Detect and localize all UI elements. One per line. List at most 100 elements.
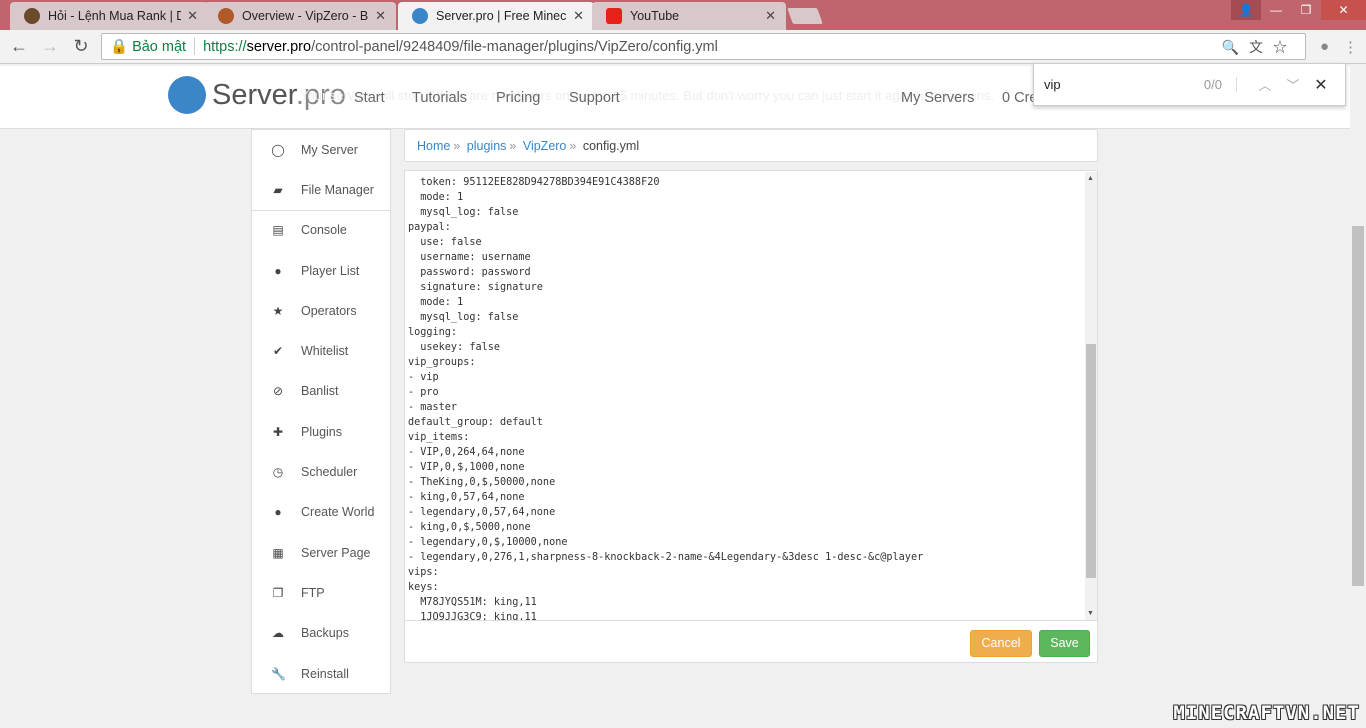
sidebar-item-reinstall[interactable]: 🔧 Reinstall (252, 654, 390, 694)
sidebar-item-player-list[interactable]: ● Player List (252, 251, 390, 291)
sidebar-item-banlist[interactable]: ⊘ Banlist (252, 372, 390, 412)
nav-support[interactable]: Support (569, 90, 620, 106)
close-tab-icon[interactable]: ✕ (187, 8, 198, 24)
tab-youtube[interactable]: YouTube ✕ (592, 2, 786, 30)
sidebar-item-server-page[interactable]: ▦ Server Page (252, 533, 390, 573)
sidebar-item-label: Server Page (301, 545, 371, 560)
tab-vipzero[interactable]: Overview - VipZero - Buk ✕ (204, 2, 396, 30)
sidebar-item-label: Backups (301, 626, 349, 641)
close-window-button[interactable]: ✕ (1321, 0, 1366, 20)
user-icon: ● (274, 263, 282, 278)
maximize-button[interactable]: ❐ (1291, 0, 1321, 20)
save-button[interactable]: Save (1039, 630, 1090, 657)
grid-icon: ▦ (272, 545, 284, 560)
tab-strip: Hỏi - Lệnh Mua Rank | Di ✕ Overview - Vip… (0, 0, 1366, 30)
find-close-icon[interactable]: ✕ (1307, 75, 1335, 95)
breadcrumb-current: config.yml (582, 139, 640, 153)
sidebar-item-label: Plugins (301, 424, 342, 439)
clock-icon: ◷ (272, 465, 284, 480)
sidebar-item-label: Player List (301, 263, 360, 278)
star-icon: ★ (272, 303, 284, 318)
sidebar-item-plugins[interactable]: ✚ Plugins (252, 412, 390, 452)
sidebar-item-scheduler[interactable]: ◷ Scheduler (252, 452, 390, 492)
sidebar-item-label: Reinstall (301, 666, 349, 681)
nav-pricing[interactable]: Pricing (496, 90, 540, 106)
tab-title: Hỏi - Lệnh Mua Rank | Di (48, 9, 182, 23)
plus-icon: ✚ (272, 424, 284, 439)
sidebar-item-label: Console (301, 223, 347, 238)
reload-icon[interactable]: ↻ (70, 36, 92, 57)
nav-my-servers[interactable]: My Servers (901, 90, 974, 106)
find-input[interactable]: vip (1044, 77, 1204, 92)
sidebar-item-console[interactable]: ▤ Console (252, 211, 390, 251)
close-tab-icon[interactable]: ✕ (573, 8, 584, 24)
new-tab-button[interactable] (787, 8, 823, 24)
breadcrumb: Home» plugins» VipZero» config.yml (404, 129, 1098, 162)
cancel-button[interactable]: Cancel (970, 630, 1032, 657)
tab-title: Server.pro | Free Minecra (436, 9, 568, 23)
youtube-icon (606, 8, 622, 24)
sidebar-item-label: Scheduler (301, 465, 358, 480)
favicon-icon (24, 8, 40, 24)
translate-icon[interactable]: 文 (1249, 39, 1273, 55)
favicon-icon (218, 8, 234, 24)
address-bar[interactable]: 🔒 Bảo mật https://server.pro/control-pan… (101, 33, 1306, 60)
find-count: 0/0 (1204, 77, 1237, 92)
sidebar-item-label: File Manager (301, 182, 374, 197)
secure-label: Bảo mật (132, 38, 187, 55)
check-icon: ✔ (272, 344, 284, 359)
sidebar: ◯ My Server ▰ File Manager ▤ Console ● Playe… (251, 129, 391, 694)
zoom-icon[interactable]: 🔍 (1222, 39, 1249, 55)
editor-scrollbar[interactable]: ▲ ▼ (1085, 172, 1097, 620)
nav-start[interactable]: Start (354, 90, 385, 106)
favicon-icon (412, 8, 428, 24)
tab-forum[interactable]: Hỏi - Lệnh Mua Rank | Di ✕ (10, 2, 208, 30)
tab-title: YouTube (630, 9, 680, 23)
breadcrumb-home[interactable]: Home (417, 139, 450, 153)
breadcrumb-plugins[interactable]: plugins (467, 139, 507, 153)
page-scrollbar[interactable] (1350, 66, 1366, 728)
sidebar-item-my-server[interactable]: ◯ My Server (252, 130, 390, 170)
lock-icon: 🔒 (110, 39, 129, 55)
profile-icon[interactable]: 👤 (1231, 0, 1261, 20)
forward-icon[interactable]: → (39, 36, 61, 57)
globe-icon: ● (274, 505, 282, 520)
breadcrumb-vipzero[interactable]: VipZero (523, 139, 567, 153)
sidebar-item-file-manager[interactable]: ▰ File Manager (252, 170, 390, 211)
power-icon: ◯ (271, 142, 285, 157)
sidebar-item-whitelist[interactable]: ✔ Whitelist (252, 331, 390, 371)
minimize-button[interactable]: — (1261, 0, 1291, 20)
sidebar-item-label: Create World (301, 505, 375, 520)
files-icon: ❐ (272, 585, 284, 600)
close-tab-icon[interactable]: ✕ (765, 8, 776, 24)
sidebar-item-label: Whitelist (301, 344, 349, 359)
file-editor: token: 95112EE828D94278BD394E91C4388F20 … (404, 170, 1098, 663)
code-textarea[interactable]: token: 95112EE828D94278BD394E91C4388F20 … (406, 172, 1084, 620)
console-icon: ▤ (272, 223, 284, 238)
cloud-upload-icon: ☁ (272, 626, 284, 641)
browser-toolbar: ← → ↻ 🔒 Bảo mật https://server.pro/contr… (0, 30, 1366, 64)
find-next-icon[interactable]: ﹀ (1279, 75, 1307, 94)
back-icon[interactable]: ← (8, 36, 30, 57)
sidebar-item-backups[interactable]: ☁ Backups (252, 614, 390, 654)
tab-serverpro[interactable]: Server.pro | Free Minecra ✕ (398, 2, 594, 30)
sidebar-item-ftp[interactable]: ❐ FTP (252, 573, 390, 613)
close-tab-icon[interactable]: ✕ (375, 8, 386, 24)
sidebar-item-operators[interactable]: ★ Operators (252, 291, 390, 331)
folder-open-icon: ▰ (273, 182, 283, 197)
ban-icon: ⊘ (272, 384, 284, 399)
bookmark-star-icon[interactable]: ☆ (1273, 39, 1297, 55)
extension-icon[interactable]: ● (1320, 38, 1329, 55)
find-previous-icon[interactable]: ︿ (1251, 75, 1279, 94)
watermark: MINECRAFTVN.NET (1173, 702, 1360, 724)
find-bar: vip 0/0 ︿ ﹀ ✕ (1033, 63, 1346, 106)
sidebar-item-create-world[interactable]: ● Create World (252, 493, 390, 533)
sidebar-item-label: FTP (301, 585, 325, 600)
sidebar-item-label: My Server (301, 142, 358, 157)
tab-title: Overview - VipZero - Buk (242, 9, 370, 23)
nav-tutorials[interactable]: Tutorials (412, 90, 467, 106)
sidebar-item-label: Banlist (301, 384, 339, 399)
sidebar-item-label: Operators (301, 303, 357, 318)
wrench-icon: 🔧 (271, 666, 286, 681)
menu-icon[interactable]: ⋮ (1343, 38, 1358, 56)
